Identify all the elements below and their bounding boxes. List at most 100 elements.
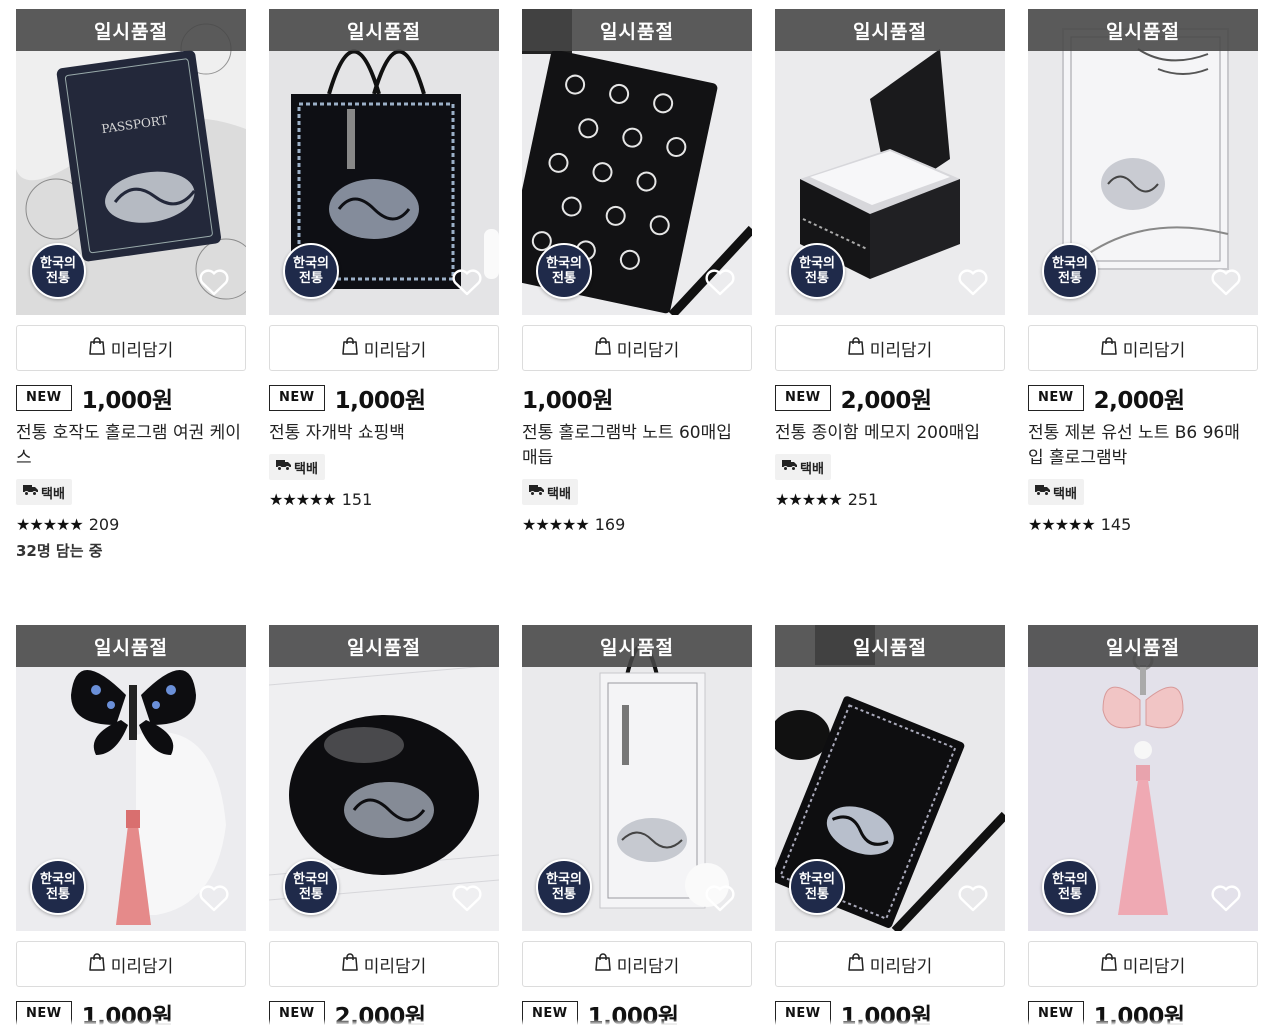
heart-icon[interactable]	[704, 267, 736, 297]
product-name[interactable]: 전통 제본 유선 노트 B6 96매입 홀로그램박	[1028, 421, 1253, 471]
korean-tradition-badge: 한국의 전통	[30, 859, 86, 915]
add-to-cart-label: 미리담기	[363, 956, 427, 977]
add-to-cart-button[interactable]: 미리담기	[775, 325, 1005, 371]
product-price: 2,000원	[840, 388, 932, 414]
product-card[interactable]: 일시품절 한국의 전통 미리담기 NEW 2,000원 전통 제본 유선 노트 …	[1028, 9, 1258, 625]
shopping-bag-icon	[847, 336, 864, 360]
product-image[interactable]: 일시품절 한국의 전통	[16, 625, 246, 931]
truck-icon	[1035, 484, 1050, 500]
product-image[interactable]: 일시품절 한국의 전통	[522, 9, 752, 315]
add-to-cart-button[interactable]: 미리담기	[269, 941, 499, 987]
delivery-tag: 택배	[522, 479, 578, 505]
product-card[interactable]: 일시품절 한국의 전통 미리담기 NEW 2,000원 전통 종이함 메모지 2…	[775, 9, 1005, 625]
shopping-bag-icon	[847, 952, 864, 976]
add-to-cart-label: 미리담기	[110, 340, 174, 361]
wishers-count: 32명 담는 중	[16, 542, 103, 560]
korean-tradition-badge: 한국의 전통	[536, 243, 592, 299]
delivery-tag: 택배	[1028, 479, 1084, 505]
review-count: 209	[88, 515, 120, 534]
rating-row: ★★★★★ 251	[775, 490, 1005, 509]
product-image[interactable]: 일시품절 한국의 전통	[269, 9, 499, 315]
product-image[interactable]: 일시품절 한국의 전통	[269, 625, 499, 931]
product-image[interactable]: 일시품절 한국의 전통	[775, 625, 1005, 931]
korean-tradition-badge: 한국의 전통	[789, 243, 845, 299]
delivery-label: 택배	[41, 486, 65, 502]
product-grid: PASSPORT 일시품절 한국의 전통 미리담기 NEW 1,000원 전통 …	[16, 9, 1258, 1025]
product-price: 2,000원	[1093, 388, 1185, 414]
product-card[interactable]: 일시품절 한국의 전통 미리담기 1,000원 전통 홀로그램박 노트 60매입…	[522, 9, 752, 625]
korean-tradition-badge: 한국의 전통	[789, 859, 845, 915]
heart-icon[interactable]	[1210, 883, 1242, 913]
heart-icon[interactable]	[1210, 267, 1242, 297]
truck-icon	[529, 484, 544, 500]
shopping-bag-icon	[88, 336, 105, 360]
product-image[interactable]: 일시품절 한국의 전통	[1028, 9, 1258, 315]
truck-icon	[782, 459, 797, 475]
truck-icon	[23, 484, 38, 500]
soldout-banner: 일시품절	[1028, 625, 1258, 667]
add-to-cart-label: 미리담기	[110, 956, 174, 977]
heart-icon[interactable]	[957, 883, 989, 913]
delivery-tag: 택배	[269, 454, 325, 480]
product-name[interactable]: 전통 홀로그램박 노트 60매입 매듭	[522, 421, 747, 471]
heart-icon[interactable]	[198, 267, 230, 297]
product-image[interactable]: PASSPORT 일시품절 한국의 전통	[16, 9, 246, 315]
rating-row: ★★★★★ 209	[16, 515, 246, 534]
product-card[interactable]: 일시품절 한국의 전통 미리담기 NEW 1,000원 전통 자개박 쇼핑백 택…	[269, 9, 499, 625]
heart-icon[interactable]	[198, 883, 230, 913]
price-row: NEW 2,000원	[1028, 384, 1258, 414]
add-to-cart-button[interactable]: 미리담기	[269, 325, 499, 371]
add-to-cart-button[interactable]: 미리담기	[522, 325, 752, 371]
product-image[interactable]: 일시품절 한국의 전통	[522, 625, 752, 931]
add-to-cart-label: 미리담기	[869, 956, 933, 977]
add-to-cart-label: 미리담기	[363, 340, 427, 361]
korean-tradition-badge: 한국의 전통	[1042, 243, 1098, 299]
add-to-cart-label: 미리담기	[616, 340, 680, 361]
add-to-cart-button[interactable]: 미리담기	[16, 325, 246, 371]
shopping-bag-icon	[341, 952, 358, 976]
price-row: NEW 1,000원	[16, 384, 246, 414]
soldout-banner: 일시품절	[16, 625, 246, 667]
star-icon: ★★★★★	[16, 515, 84, 534]
product-image[interactable]: 일시품절 한국의 전통	[775, 9, 1005, 315]
heart-icon[interactable]	[451, 883, 483, 913]
add-to-cart-label: 미리담기	[869, 340, 933, 361]
product-card[interactable]: 일시품절 한국의 전통 미리담기 NEW 1,000원	[522, 625, 752, 1025]
delivery-label: 택배	[1053, 486, 1077, 502]
product-card[interactable]: 일시품절 한국의 전통 미리담기 NEW 1,000원	[16, 625, 246, 1025]
heart-icon[interactable]	[704, 883, 736, 913]
add-to-cart-button[interactable]: 미리담기	[1028, 325, 1258, 371]
new-badge: NEW	[16, 385, 72, 411]
shopping-bag-icon	[1100, 952, 1117, 976]
add-to-cart-button[interactable]: 미리담기	[775, 941, 1005, 987]
price-row: NEW 2,000원	[775, 384, 1005, 414]
product-card[interactable]: 일시품절 한국의 전통 미리담기 NEW 1,000원	[775, 625, 1005, 1025]
add-to-cart-label: 미리담기	[1122, 340, 1186, 361]
product-name[interactable]: 전통 호작도 홀로그램 여권 케이스	[16, 421, 241, 471]
bottom-fade	[0, 1019, 1280, 1025]
shopping-bag-icon	[594, 336, 611, 360]
product-name[interactable]: 전통 종이함 메모지 200매입	[775, 421, 1000, 446]
heart-icon[interactable]	[957, 267, 989, 297]
soldout-banner: 일시품절	[522, 9, 752, 51]
product-price: 1,000원	[81, 388, 173, 414]
soldout-banner: 일시품절	[522, 625, 752, 667]
product-card[interactable]: 일시품절 한국의 전통 미리담기 NEW 1,000원	[1028, 625, 1258, 1025]
korean-tradition-badge: 한국의 전통	[536, 859, 592, 915]
product-image[interactable]: 일시품절 한국의 전통	[1028, 625, 1258, 931]
product-price: 1,000원	[522, 388, 613, 414]
product-name[interactable]: 전통 자개박 쇼핑백	[269, 421, 494, 446]
rating-row: ★★★★★ 151	[269, 490, 499, 509]
product-card[interactable]: PASSPORT 일시품절 한국의 전통 미리담기 NEW 1,000원 전통 …	[16, 9, 246, 625]
review-count: 145	[1100, 515, 1132, 534]
delivery-tag: 택배	[16, 479, 72, 505]
korean-tradition-badge: 한국의 전통	[283, 859, 339, 915]
add-to-cart-button[interactable]: 미리담기	[1028, 941, 1258, 987]
rating-row: ★★★★★ 169	[522, 515, 752, 534]
truck-icon	[276, 459, 291, 475]
product-card[interactable]: 일시품절 한국의 전통 미리담기 NEW 2,000원	[269, 625, 499, 1025]
add-to-cart-button[interactable]: 미리담기	[16, 941, 246, 987]
add-to-cart-button[interactable]: 미리담기	[522, 941, 752, 987]
add-to-cart-label: 미리담기	[1122, 956, 1186, 977]
heart-icon[interactable]	[451, 267, 483, 297]
